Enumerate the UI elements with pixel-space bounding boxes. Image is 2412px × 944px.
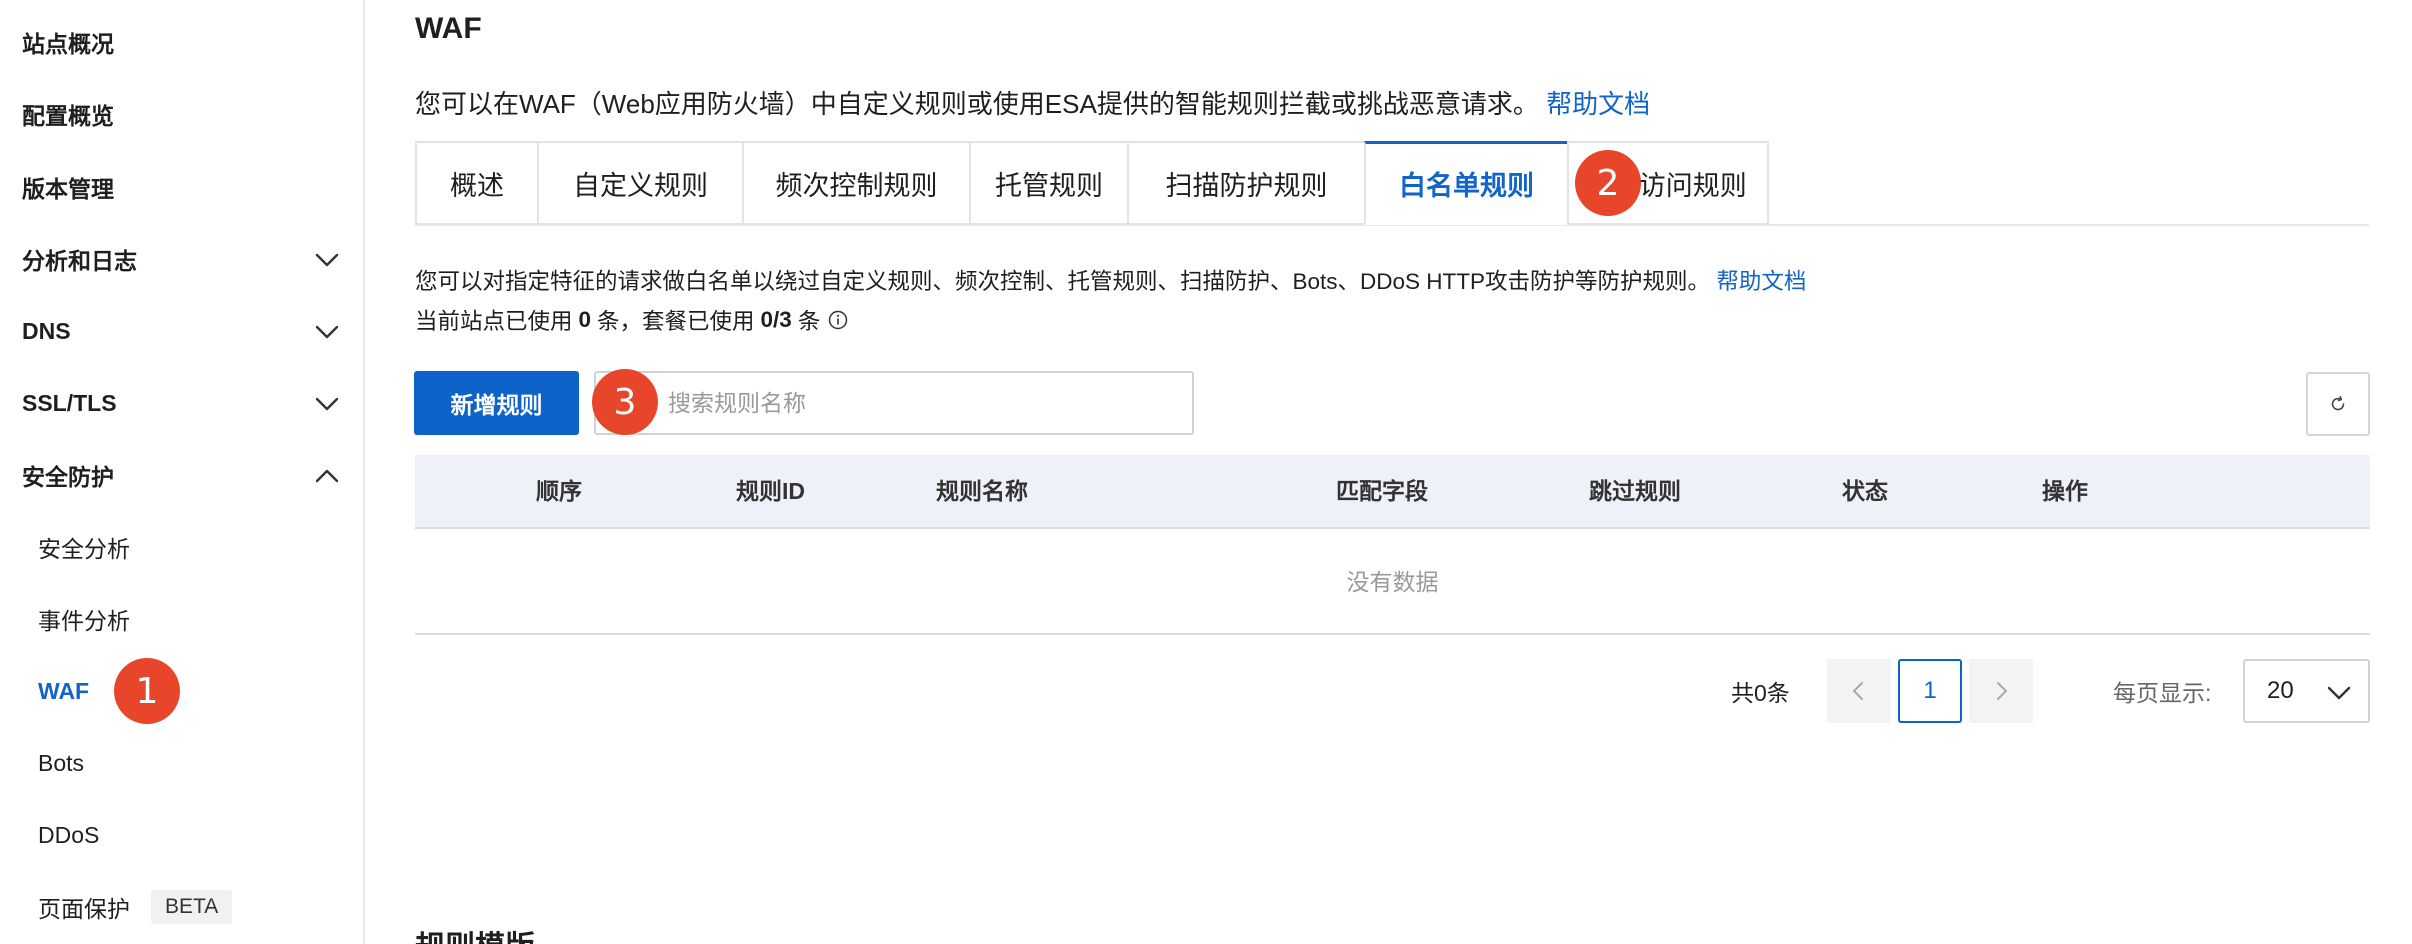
help-doc-link[interactable]: 帮助文档 [1546, 89, 1650, 119]
column-header-status[interactable]: 状态 [1842, 455, 1888, 527]
search-input[interactable] [594, 371, 1194, 435]
sidebar-item-label: 版本管理 [22, 176, 114, 202]
page-number-current[interactable]: 1 [1898, 659, 1962, 723]
step-badge-3: 3 [592, 369, 658, 435]
chevron-down-icon [315, 325, 339, 339]
tab-label: 扫描防护规则 [1165, 170, 1328, 201]
sidebar-item-ssl-tls[interactable]: SSL/TLS [0, 373, 363, 433]
sidebar-item-site-overview[interactable]: 站点概况 [0, 12, 363, 72]
tab-label: 白名单规则 [1399, 171, 1534, 201]
sidebar-item-dns[interactable]: DNS [0, 301, 363, 361]
sidebar-subitem-label: 事件分析 [38, 608, 130, 634]
pagination-total: 共0条 [1731, 680, 1790, 706]
sidebar-subitem-page-protection[interactable]: 页面保护 BETA [0, 877, 363, 937]
sidebar-subitem-label: 页面保护 [38, 896, 130, 922]
table-header: 顺序 规则ID 规则名称 匹配字段 跳过规则 状态 操作 [415, 455, 2370, 529]
step-badge-2: 2 [1575, 150, 1641, 216]
sidebar: 站点概况 配置概览 版本管理 分析和日志 DNS SSL/TLS 安全防护 安全… [0, 0, 365, 944]
sidebar-subitem-event-analysis[interactable]: 事件分析 [0, 589, 363, 649]
sidebar-item-config-overview[interactable]: 配置概览 [0, 84, 363, 144]
chevron-down-icon [315, 397, 339, 411]
tab-label: 自定义规则 [573, 170, 708, 201]
page-title: WAF [415, 12, 482, 45]
column-header-actions[interactable]: 操作 [2042, 455, 2088, 527]
sidebar-item-label: SSL/TLS [22, 389, 117, 416]
add-rule-button[interactable]: 新增规则 [414, 371, 579, 435]
column-header-order[interactable]: 顺序 [536, 455, 582, 527]
whitelist-description-text: 您可以对指定特征的请求做白名单以绕过自定义规则、频次控制、托管规则、扫描防护、B… [415, 269, 1711, 294]
per-page-select[interactable]: 20 [2243, 659, 2370, 723]
empty-state: 没有数据 [1346, 569, 1439, 595]
usage-mid: 条，套餐已使用 [597, 309, 755, 334]
column-header-match-field[interactable]: 匹配字段 [1336, 455, 1428, 527]
refresh-icon [2331, 396, 2345, 411]
sidebar-subitem-security-analysis[interactable]: 安全分析 [0, 517, 363, 577]
sidebar-subitem-waf[interactable]: WAF [0, 661, 363, 721]
sidebar-item-label: DNS [22, 317, 71, 344]
step-badge-1: 1 [114, 658, 180, 724]
table-body: 没有数据 [415, 529, 2370, 635]
sidebar-item-label: 配置概览 [22, 103, 114, 129]
page-intro-text: 您可以在WAF（Web应用防火墙）中自定义规则或使用ESA提供的智能规则拦截或挑… [415, 89, 1539, 119]
info-icon[interactable] [828, 310, 848, 330]
tab-label: 托管规则 [995, 170, 1103, 201]
per-page-label: 每页显示: [2113, 680, 2212, 706]
sidebar-item-security[interactable]: 安全防护 [0, 445, 363, 505]
tab-label: 概述 [450, 170, 504, 201]
whitelist-help-doc-link[interactable]: 帮助文档 [1716, 269, 1806, 294]
rule-templates-heading: 规则模版 [415, 922, 535, 944]
tab-rate-limit-rules[interactable]: 频次控制规则 [742, 141, 969, 225]
tab-overview[interactable]: 概述 [415, 141, 537, 225]
sidebar-item-label: 安全防护 [22, 464, 114, 490]
tab-label: 频次控制规则 [775, 170, 938, 201]
usage-plan-count: 0/3 [760, 307, 792, 332]
beta-tag: BETA [151, 890, 233, 924]
sidebar-subitem-ddos[interactable]: DDoS [0, 805, 363, 865]
column-header-rule-id[interactable]: 规则ID [736, 455, 805, 527]
sidebar-subitem-label: 安全分析 [38, 536, 130, 562]
sidebar-item-label: 站点概况 [22, 31, 114, 57]
usage-site-count: 0 [578, 307, 592, 332]
tab-whitelist-rules[interactable]: 白名单规则 [1364, 141, 1567, 225]
page-intro: 您可以在WAF（Web应用防火墙）中自定义规则或使用ESA提供的智能规则拦截或挑… [415, 84, 1650, 121]
usage-suffix: 条 [797, 309, 821, 334]
chevron-up-icon [315, 469, 339, 483]
refresh-button[interactable] [2306, 372, 2370, 436]
tab-scan-protection-rules[interactable]: 扫描防护规则 [1127, 141, 1364, 225]
tab-managed-rules[interactable]: 托管规则 [969, 141, 1127, 225]
sidebar-subitem-label: Bots [38, 749, 85, 776]
chevron-down-icon [2327, 686, 2351, 700]
whitelist-description: 您可以对指定特征的请求做白名单以绕过自定义规则、频次控制、托管规则、扫描防护、B… [415, 264, 1806, 296]
chevron-left-icon [1853, 682, 1863, 700]
sidebar-item-version-management[interactable]: 版本管理 [0, 157, 363, 217]
usage-prefix: 当前站点已使用 [415, 309, 573, 334]
sidebar-subitem-bots[interactable]: Bots [0, 733, 363, 793]
usage-info: 当前站点已使用 0 条，套餐已使用 0/3 条 [415, 304, 848, 336]
tab-custom-rules[interactable]: 自定义规则 [537, 141, 742, 225]
per-page-value: 20 [2267, 677, 2294, 704]
prev-page-button[interactable] [1827, 659, 1891, 723]
sidebar-item-analytics-logs[interactable]: 分析和日志 [0, 229, 363, 289]
sidebar-item-label: 分析和日志 [22, 248, 137, 274]
column-header-rule-name[interactable]: 规则名称 [936, 455, 1028, 527]
next-page-button[interactable] [1969, 659, 2033, 723]
chevron-right-icon [1997, 682, 2007, 700]
tab-bar: 概述 自定义规则 频次控制规则 托管规则 扫描防护规则 白名单规则 IP访问规则 [415, 141, 1769, 225]
sidebar-subitem-label: WAF [38, 677, 90, 704]
sidebar-subitem-label: DDoS [38, 821, 100, 848]
column-header-skip-rules[interactable]: 跳过规则 [1589, 455, 1681, 527]
chevron-down-icon [315, 253, 339, 267]
